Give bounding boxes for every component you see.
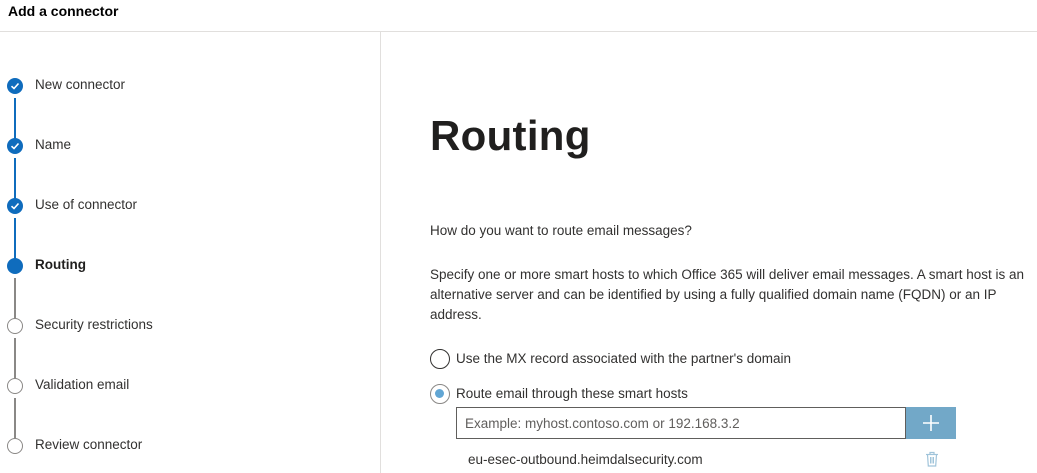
routing-question: How do you want to route email messages? [430,223,692,238]
trash-icon[interactable] [925,451,939,467]
step-routing[interactable]: Routing [0,255,380,275]
radio-option-smart-hosts[interactable]: Route email through these smart hosts [430,384,990,406]
step-label: Use of connector [35,197,138,212]
pending-step-circle-icon [7,318,23,334]
page-title: Routing [430,112,591,159]
step-use-of-connector[interactable]: Use of connector [0,195,380,215]
smart-host-entry: eu-esec-outbound.heimdalsecurity.com [468,452,703,467]
wizard-steps-sidebar: New connector Name Use of connector Rout… [0,32,381,473]
step-label: Review connector [35,437,143,452]
step-validation-email: Validation email [0,375,380,395]
smart-host-input[interactable] [456,407,906,439]
step-security-restrictions: Security restrictions [0,315,380,335]
radio-button[interactable] [430,384,450,404]
add-host-button[interactable] [906,407,956,439]
checkmark-icon [7,78,23,94]
step-label: Name [35,137,72,152]
header: Add a connector [0,0,1037,32]
pending-step-circle-icon [7,438,23,454]
plus-icon [923,415,939,431]
radio-label[interactable]: Use the MX record associated with the pa… [456,351,791,366]
radio-option-mx-record[interactable]: Use the MX record associated with the pa… [430,349,990,371]
checkmark-icon [7,138,23,154]
routing-panel: Routing How do you want to route email m… [381,32,1037,473]
step-label: Validation email [35,377,130,392]
step-new-connector[interactable]: New connector [0,75,380,95]
routing-description: Specify one or more smart hosts to which… [430,267,1024,322]
step-label: New connector [35,77,126,92]
header-title: Add a connector [8,3,119,19]
checkmark-icon [7,198,23,214]
step-label: Security restrictions [35,317,153,332]
radio-label[interactable]: Route email through these smart hosts [456,386,688,401]
pending-step-circle-icon [7,378,23,394]
current-step-dot-icon [7,258,23,274]
step-label: Routing [35,257,86,272]
step-review-connector: Review connector [0,435,380,455]
step-name[interactable]: Name [0,135,380,155]
radio-button[interactable] [430,349,450,369]
